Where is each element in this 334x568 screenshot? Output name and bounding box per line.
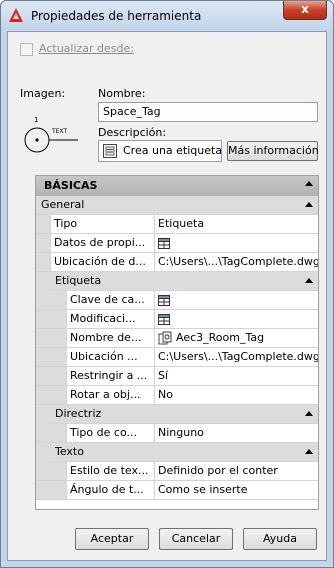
- property-row[interactable]: Tipo Etiqueta: [36, 215, 318, 234]
- table-icon[interactable]: [158, 314, 170, 325]
- property-value[interactable]: C:\Users\...\TagComplete.dwg: [158, 255, 318, 268]
- property-value[interactable]: Definido por el conter: [158, 464, 318, 477]
- property-name: Rotar a obj...: [70, 388, 141, 401]
- property-name: Ángulo de t...: [70, 483, 144, 496]
- property-name: Tipo: [54, 217, 78, 230]
- property-name: Ubicación ...: [70, 350, 138, 363]
- tag-preview-image[interactable]: 1 TEXT: [20, 110, 88, 160]
- property-name: Datos de propi...: [54, 236, 146, 249]
- property-row[interactable]: Modificaci...: [36, 310, 318, 329]
- property-row[interactable]: Rotar a obj... No: [36, 386, 318, 405]
- property-value[interactable]: Aec3_Room_Tag: [176, 331, 316, 344]
- update-from-label: Actualizar desde:: [39, 42, 134, 55]
- property-name: Restringir a ...: [70, 369, 148, 382]
- ok-button[interactable]: Aceptar: [75, 528, 149, 550]
- property-row[interactable]: Nombre de... Aec3_Room_Tag: [36, 329, 318, 348]
- property-row[interactable]: Restringir a ... Sí: [36, 367, 318, 386]
- close-button[interactable]: x: [283, 1, 327, 20]
- description-field[interactable]: Crea una etiqueta d: [98, 140, 222, 162]
- preview-tag-letter: 1: [34, 116, 38, 124]
- property-value[interactable]: No: [158, 388, 318, 401]
- collapse-arrow-icon[interactable]: [305, 202, 313, 207]
- property-row[interactable]: Clave de ca...: [36, 291, 318, 310]
- collapse-arrow-icon[interactable]: [305, 449, 313, 454]
- cancel-button[interactable]: Cancelar: [159, 528, 233, 550]
- property-name: Nombre de...: [70, 331, 142, 344]
- autocad-app-icon: [9, 8, 23, 22]
- category-directriz[interactable]: Directriz: [50, 405, 318, 424]
- close-icon: x: [301, 2, 309, 16]
- property-name: Ubicación de d...: [54, 255, 146, 268]
- property-value[interactable]: Como se inserte: [158, 483, 318, 496]
- window-title: Propiedades de herramienta: [31, 9, 202, 23]
- property-row[interactable]: Ubicación ... C:\Users\...\TagComplete.d…: [36, 348, 318, 367]
- table-icon[interactable]: [158, 238, 170, 249]
- property-name: Modificaci...: [70, 312, 136, 325]
- name-label: Nombre:: [98, 87, 146, 100]
- property-name: Clave de ca...: [70, 293, 145, 306]
- dialog-body: Actualizar desde: Imagen: 1 TEXT Nombre:…: [7, 31, 327, 561]
- description-edit-icon[interactable]: [103, 144, 117, 158]
- tool-properties-window: Propiedades de herramienta x Actualizar …: [0, 0, 334, 568]
- property-value[interactable]: C:\Users\...\TagComplete.dwg: [158, 350, 318, 363]
- table-icon[interactable]: [158, 295, 170, 306]
- property-grid: BÁSICAS General Tipo Etiqueta Datos de p…: [35, 175, 319, 510]
- property-value[interactable]: Ninguno: [158, 426, 318, 439]
- property-row[interactable]: Ubicación de d... C:\Users\...\TagComple…: [36, 253, 318, 272]
- description-label: Descripción:: [98, 126, 167, 139]
- preview-text-label: TEXT: [51, 128, 67, 135]
- checkbox-box[interactable]: [20, 43, 33, 56]
- category-label: Texto: [55, 445, 84, 458]
- grid-empty-area: [36, 500, 318, 509]
- collapse-arrow-icon[interactable]: [305, 411, 313, 416]
- description-text: Crea una etiqueta d: [123, 144, 222, 157]
- help-button[interactable]: Ayuda: [243, 528, 317, 550]
- property-name: Tipo de co...: [70, 426, 137, 439]
- category-etiqueta[interactable]: Etiqueta: [50, 272, 318, 291]
- property-row[interactable]: Estilo de tex... Definido por el conter: [36, 462, 318, 481]
- category-general[interactable]: General: [36, 196, 318, 215]
- tag-block-icon: [158, 331, 172, 345]
- property-name: Estilo de tex...: [70, 464, 149, 477]
- property-value[interactable]: Etiqueta: [158, 217, 318, 230]
- category-texto[interactable]: Texto: [50, 443, 318, 462]
- collapse-arrow-icon[interactable]: [305, 181, 313, 186]
- image-label: Imagen:: [20, 87, 66, 100]
- title-bar[interactable]: Propiedades de herramienta x: [1, 1, 333, 31]
- category-label: Etiqueta: [55, 274, 102, 287]
- name-input[interactable]: Space_Tag: [98, 102, 318, 122]
- section-header-basicas[interactable]: BÁSICAS: [36, 176, 318, 196]
- category-label: General: [41, 198, 85, 211]
- property-row[interactable]: Datos de propi...: [36, 234, 318, 253]
- more-info-button[interactable]: Más información: [227, 141, 319, 161]
- property-row[interactable]: Tipo de co... Ninguno: [36, 424, 318, 443]
- section-title: BÁSICAS: [44, 179, 98, 192]
- category-label: Directriz: [55, 407, 102, 420]
- collapse-arrow-icon[interactable]: [305, 278, 313, 283]
- property-row[interactable]: Ángulo de t... Como se inserte: [36, 481, 318, 500]
- property-value[interactable]: Sí: [158, 369, 318, 382]
